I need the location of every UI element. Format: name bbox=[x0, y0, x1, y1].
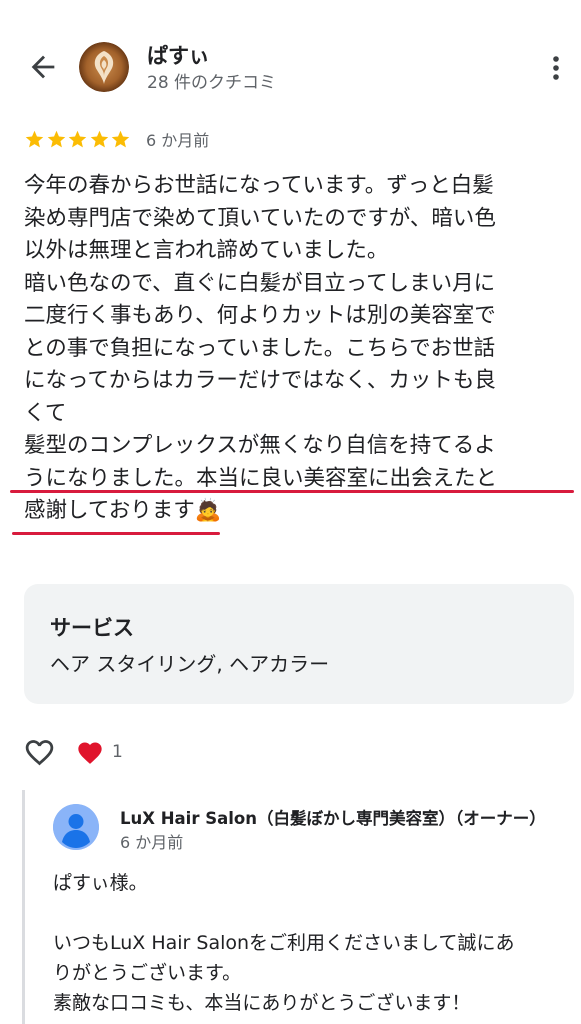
star-icon bbox=[68, 130, 87, 147]
owner-avatar[interactable] bbox=[53, 804, 99, 850]
reaction-chip[interactable] bbox=[76, 739, 104, 767]
like-button[interactable] bbox=[23, 736, 56, 769]
owner-name: LuX Hair Salon（白髪ぼかし専門美容室）（オーナー） bbox=[120, 809, 546, 828]
services-card: サービス ヘア スタイリング, ヘアカラー bbox=[24, 584, 574, 704]
star-icon bbox=[47, 130, 65, 147]
red-heart-icon bbox=[78, 742, 102, 764]
star-rating bbox=[24, 129, 132, 150]
reviewer-review-count: 28 件のクチコミ bbox=[147, 73, 277, 93]
reply-divider bbox=[22, 790, 25, 1024]
review-header: ぱすぃ 28 件のクチコミ bbox=[0, 0, 581, 130]
highlight-underline-1 bbox=[10, 490, 574, 493]
review-text: 今年の春からお世話になっています。ずっと白髪 染め専門店で染めて頂いていたのです… bbox=[24, 173, 498, 523]
services-label: サービス bbox=[50, 616, 134, 640]
owner-reply-text: ぱすぃ様。 いつもLuX Hair Salonをご利用くださいまして誠にあ りが… bbox=[53, 872, 515, 1014]
reaction-count: 1 bbox=[112, 742, 123, 762]
rating-row: 6 か月前 bbox=[24, 126, 209, 152]
star-icon bbox=[90, 130, 109, 147]
heart-outline-icon bbox=[25, 740, 54, 766]
default-person-icon bbox=[53, 804, 99, 850]
highlight-underline-2 bbox=[12, 532, 220, 535]
star-icon bbox=[25, 130, 44, 147]
more-vert-icon bbox=[553, 56, 559, 80]
review-date: 6 か月前 bbox=[145, 131, 210, 150]
owner-reply-date: 6 か月前 bbox=[120, 833, 184, 852]
more-options-button[interactable] bbox=[544, 52, 568, 84]
services-value: ヘア スタイリング, ヘアカラー bbox=[50, 652, 330, 676]
reviewer-name[interactable]: ぱすぃ bbox=[147, 40, 210, 70]
reviewer-avatar[interactable] bbox=[79, 42, 129, 92]
star-icon bbox=[112, 130, 130, 147]
arrow-back-icon bbox=[31, 55, 55, 79]
back-button[interactable] bbox=[26, 50, 60, 84]
